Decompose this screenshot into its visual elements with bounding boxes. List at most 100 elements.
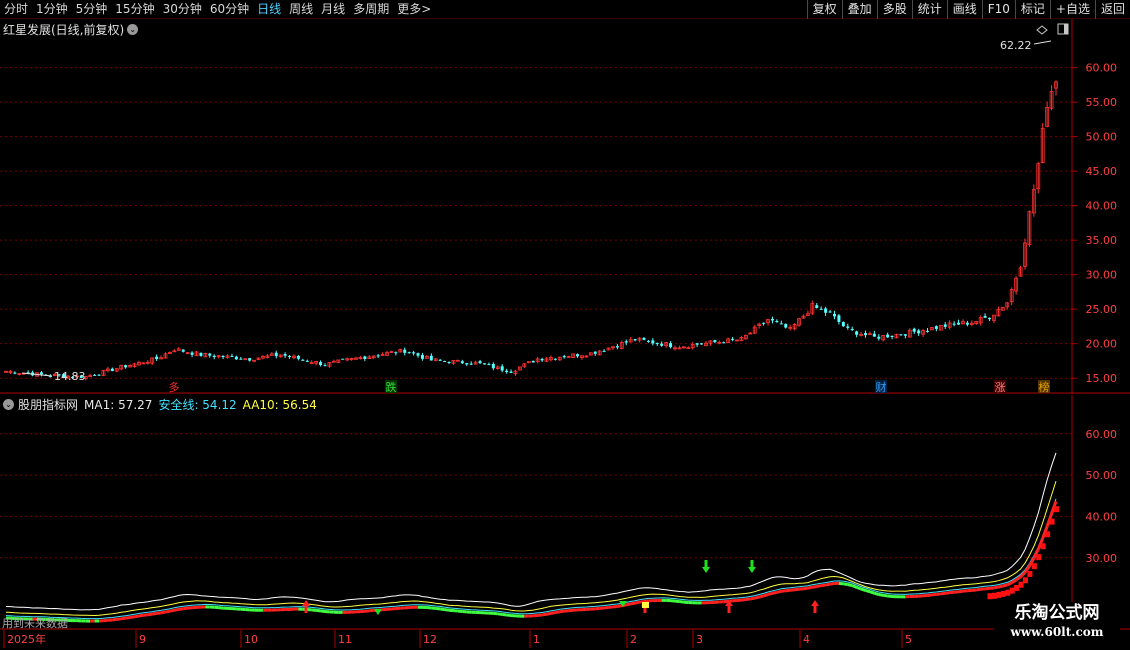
- toolbar-button-5[interactable]: F10: [981, 0, 1015, 19]
- candles-group: [4, 80, 1058, 381]
- candle-body: [890, 336, 894, 338]
- candle-body: [443, 361, 447, 363]
- toolbar-button-3[interactable]: 统计: [911, 0, 947, 19]
- trend-band-seg: [169, 608, 175, 613]
- trend-band-seg: [847, 583, 853, 587]
- period-tab-3[interactable]: 15分钟: [111, 0, 158, 19]
- indicator-chart-canvas[interactable]: 60.00 50.00 40.00 30.00: [0, 395, 1130, 630]
- signal-block: [1018, 581, 1024, 588]
- trend-band-seg: [803, 586, 809, 591]
- candle-body: [540, 358, 544, 361]
- trend-band-seg: [807, 585, 813, 590]
- candle-body: [181, 349, 185, 352]
- toolbar-button-1[interactable]: 叠加: [841, 0, 877, 19]
- trend-band-seg: [444, 608, 450, 612]
- future-data-label: 用到未来数据: [2, 617, 68, 630]
- period-tab-5[interactable]: 60分钟: [206, 0, 253, 19]
- signal-block: [1045, 531, 1051, 538]
- candle-body: [420, 355, 424, 359]
- toolbar-button-8[interactable]: 返回: [1094, 0, 1130, 19]
- signal-block: [1054, 506, 1059, 513]
- candle-body: [562, 356, 566, 358]
- indicator-chart[interactable]: 60.00 50.00 40.00 30.00 ⌄ 股朋指标网 MA1: 57.27 …: [0, 395, 1130, 630]
- candle-body: [416, 353, 420, 356]
- candle-body: [301, 359, 305, 361]
- period-tab-8[interactable]: 月线: [317, 0, 349, 19]
- candle-body: [124, 365, 128, 368]
- price-tick-label: 15.00: [1086, 372, 1118, 385]
- event-marker-3: 涨: [995, 381, 1006, 394]
- trend-band-seg: [178, 607, 184, 611]
- candle-body: [846, 326, 850, 328]
- trend-band-seg: [1002, 583, 1008, 588]
- period-tab-1[interactable]: 1分钟: [32, 0, 72, 19]
- indicator-tick-label: 40.00: [1086, 510, 1118, 523]
- period-tab-9[interactable]: 多周期: [349, 0, 393, 19]
- candle-body: [283, 353, 287, 356]
- period-tab-2[interactable]: 5分钟: [72, 0, 112, 19]
- trend-band-seg: [395, 606, 401, 611]
- min-price-label: 14.83: [54, 370, 86, 383]
- price-tick-label: 25.00: [1086, 303, 1118, 316]
- candle-body: [779, 323, 783, 325]
- candle-body: [234, 356, 238, 360]
- trend-band-seg: [851, 584, 858, 589]
- trend-band-seg: [878, 593, 884, 597]
- price-tick-label: 60.00: [1086, 62, 1118, 75]
- trend-band-seg: [816, 584, 822, 588]
- trend-band-seg: [790, 588, 795, 592]
- time-label: 12: [423, 633, 437, 646]
- period-tab-4[interactable]: 30分钟: [159, 0, 206, 19]
- candle-body: [660, 343, 664, 346]
- candle-body: [965, 322, 969, 325]
- toolbar-button-4[interactable]: 画线: [946, 0, 982, 19]
- candle-body: [819, 308, 823, 310]
- toolbar-buttons: 复权 叠加 多股 统计 画线 F10 标记 +自选 返回: [806, 0, 1130, 19]
- period-tab-10[interactable]: 更多>: [393, 0, 435, 19]
- candle-body: [593, 351, 597, 354]
- trend-band-seg: [439, 607, 445, 612]
- candle-body: [731, 338, 735, 340]
- toolbar-button-2[interactable]: 多股: [876, 0, 912, 19]
- price-tick-label: 35.00: [1086, 234, 1118, 247]
- watermark-logo: 乐淘公式网 www.60lt.com: [994, 602, 1120, 644]
- trend-band-seg: [873, 591, 880, 596]
- toolbar-button-7[interactable]: +自选: [1049, 0, 1095, 19]
- candle-body: [199, 352, 203, 356]
- candle-body: [576, 354, 580, 357]
- trend-band-seg: [829, 582, 835, 586]
- toolbar-button-6[interactable]: 标记: [1014, 0, 1050, 19]
- main-kline-chart[interactable]: 60.00 55.00 50.00 45.00 40.00 35.00 30.00 25.00…: [0, 19, 1130, 394]
- sell-arrow-icon: [748, 560, 756, 573]
- candle-body: [837, 315, 841, 322]
- candle-body: [633, 339, 637, 341]
- trend-band-seg: [559, 609, 565, 614]
- candle-body: [13, 372, 17, 374]
- max-price-pointer: [1033, 40, 1052, 45]
- main-chart-canvas[interactable]: 60.00 55.00 50.00 45.00 40.00 35.00 30.00 25.00…: [0, 19, 1130, 394]
- trend-band-seg: [794, 587, 800, 592]
- period-tab-7[interactable]: 周线: [285, 0, 317, 19]
- trend-band-seg: [364, 609, 370, 613]
- trend-band-seg: [998, 584, 1004, 589]
- trend-band-seg: [776, 589, 782, 594]
- trend-band-seg: [1006, 581, 1013, 587]
- watermark-url: www.60lt.com: [1010, 625, 1104, 639]
- candle-body: [770, 318, 774, 321]
- trend-band-seg: [634, 600, 640, 605]
- period-tab-6[interactable]: 日线: [253, 0, 285, 19]
- safe-line-value: 安全线: 54.12: [158, 398, 237, 412]
- signal-block: [991, 592, 997, 599]
- trend-band-seg: [958, 589, 964, 594]
- signal-block: [1022, 577, 1028, 584]
- period-tab-0[interactable]: 分时: [0, 0, 32, 19]
- trend-band-seg: [174, 607, 180, 612]
- chevron-down-icon[interactable]: ⌄: [127, 24, 139, 35]
- sell-arrow-icon: [702, 560, 710, 573]
- chevron-down-icon[interactable]: ⌄: [3, 399, 14, 410]
- toolbar-button-0[interactable]: 复权: [806, 0, 842, 19]
- candle-body: [505, 370, 509, 373]
- trend-band-seg: [820, 583, 826, 588]
- ma1-line: [5, 452, 1057, 611]
- candle-body: [509, 371, 513, 373]
